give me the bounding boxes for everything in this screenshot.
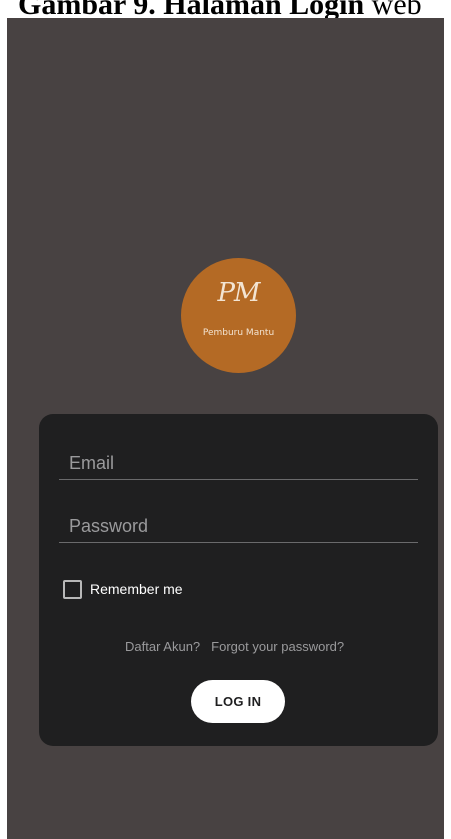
remember-me-label: Remember me (90, 581, 183, 597)
login-screen: PM Pemburu Mantu Remember me Daftar Akun… (7, 18, 444, 839)
remember-me-row[interactable]: Remember me (63, 579, 183, 599)
email-input[interactable] (59, 438, 418, 479)
email-field (59, 438, 418, 480)
account-links: Daftar Akun? Forgot your password? (125, 639, 344, 657)
login-card: Remember me Daftar Akun? Forgot your pas… (39, 414, 438, 746)
remember-me-checkbox[interactable] (63, 579, 82, 599)
login-button[interactable]: LOG IN (191, 680, 285, 723)
register-link[interactable]: Daftar Akun? (125, 639, 200, 657)
password-field (59, 501, 418, 543)
forgot-password-link[interactable]: Forgot your password? (211, 639, 344, 657)
password-input[interactable] (59, 501, 418, 542)
app-logo: PM Pemburu Mantu (181, 258, 296, 373)
logo-monogram: PM (217, 278, 260, 308)
logo-name: Pemburu Mantu (202, 328, 275, 338)
